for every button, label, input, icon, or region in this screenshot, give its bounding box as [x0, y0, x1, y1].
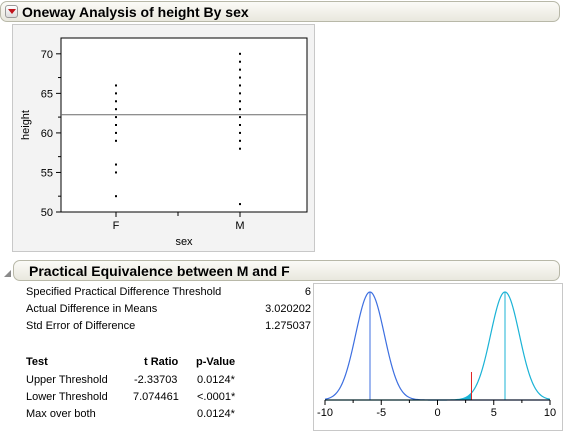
equiv-density-plot[interactable]: -10 -5 0 5 10 — [314, 284, 562, 430]
oneway-header[interactable]: Oneway Analysis of height By sex — [0, 1, 560, 22]
y-tick-label: 55 — [41, 167, 53, 179]
plot-area — [60, 37, 308, 213]
oneway-menu-button[interactable] — [5, 5, 18, 18]
data-point[interactable] — [239, 108, 241, 111]
data-point[interactable] — [239, 147, 241, 150]
data-point[interactable] — [115, 131, 117, 134]
lower-threshold-curve — [324, 291, 550, 401]
col-header-test: Test — [26, 356, 48, 368]
data-point[interactable] — [239, 92, 241, 95]
col-header-p-value: p-Value — [196, 356, 236, 368]
data-point[interactable] — [239, 116, 241, 119]
data-point[interactable] — [115, 171, 117, 174]
data-point[interactable] — [239, 84, 241, 87]
x-tick-label: 5 — [491, 407, 497, 419]
y-tick-label: 65 — [41, 88, 53, 100]
oneway-title: Oneway Analysis of height By sex — [22, 4, 249, 20]
data-point[interactable] — [239, 203, 241, 206]
data-point[interactable] — [115, 124, 117, 126]
red-triangle-icon — [8, 9, 16, 14]
y-tick-label: 60 — [41, 128, 53, 140]
x-tick-label: 10 — [544, 407, 556, 419]
data-point[interactable] — [115, 116, 117, 119]
oneway-plot[interactable]: 70 65 60 55 50 F M height sex — [13, 25, 314, 251]
equiv-test-table: Test t Ratio p-Value Upper Threshold -2.… — [26, 356, 266, 428]
x-tick-label: F — [113, 220, 120, 232]
row-test: Max over both — [26, 408, 96, 420]
stat-row-threshold: Specified Practical Difference Threshold… — [26, 286, 316, 302]
x-tick-label: 0 — [434, 407, 440, 419]
data-point[interactable] — [115, 139, 117, 142]
data-point[interactable] — [115, 84, 117, 87]
data-point[interactable] — [239, 52, 241, 55]
stat-label: Actual Difference in Means — [26, 303, 158, 315]
x-axis-label: sex — [175, 236, 193, 248]
row-p-value: <.0001* — [197, 391, 236, 403]
row-p-value: 0.0124* — [197, 408, 235, 420]
data-point[interactable] — [239, 100, 241, 103]
row-test: Lower Threshold — [26, 391, 108, 403]
stat-label: Specified Practical Difference Threshold — [26, 286, 222, 298]
row-t-ratio: 7.074461 — [133, 391, 179, 403]
x-tick-label: M — [235, 220, 244, 232]
oneway-plot-frame: 70 65 60 55 50 F M height sex — [12, 24, 315, 252]
data-point[interactable] — [239, 139, 241, 142]
data-point[interactable] — [239, 76, 241, 79]
row-t-ratio: -2.33703 — [134, 374, 178, 386]
data-point[interactable] — [115, 163, 117, 166]
x-tick-label: -10 — [317, 407, 333, 419]
stat-row-std-error: Std Error of Difference 1.275037 — [26, 320, 316, 336]
upper-threshold-curve — [325, 291, 551, 401]
data-point[interactable] — [115, 195, 117, 198]
stat-value: 1.275037 — [265, 320, 311, 332]
equiv-header[interactable]: Practical Equivalence between M and F — [13, 260, 560, 281]
stat-value: 6 — [304, 286, 311, 298]
y-tick-label: 50 — [41, 207, 53, 219]
data-point[interactable] — [239, 124, 241, 126]
equiv-density-frame: -10 -5 0 5 10 — [313, 283, 563, 431]
data-point[interactable] — [115, 92, 117, 95]
x-tick-label: -5 — [376, 407, 386, 419]
col-header-t-ratio: t Ratio — [144, 356, 179, 368]
data-point[interactable] — [115, 100, 117, 103]
y-tick-label: 70 — [41, 49, 53, 61]
data-point[interactable] — [239, 68, 241, 71]
stat-value: 3.020202 — [265, 303, 311, 315]
row-p-value: 0.0124* — [197, 374, 235, 386]
stat-label: Std Error of Difference — [26, 320, 136, 332]
data-point[interactable] — [239, 131, 241, 134]
data-point[interactable] — [115, 108, 117, 111]
stat-row-actual-diff: Actual Difference in Means 3.020202 — [26, 303, 316, 319]
row-test: Upper Threshold — [26, 374, 108, 386]
y-axis-label: height — [20, 110, 32, 140]
data-point[interactable] — [239, 60, 241, 63]
equiv-title: Practical Equivalence between M and F — [29, 263, 290, 279]
equiv-collapse-icon[interactable] — [4, 270, 11, 277]
